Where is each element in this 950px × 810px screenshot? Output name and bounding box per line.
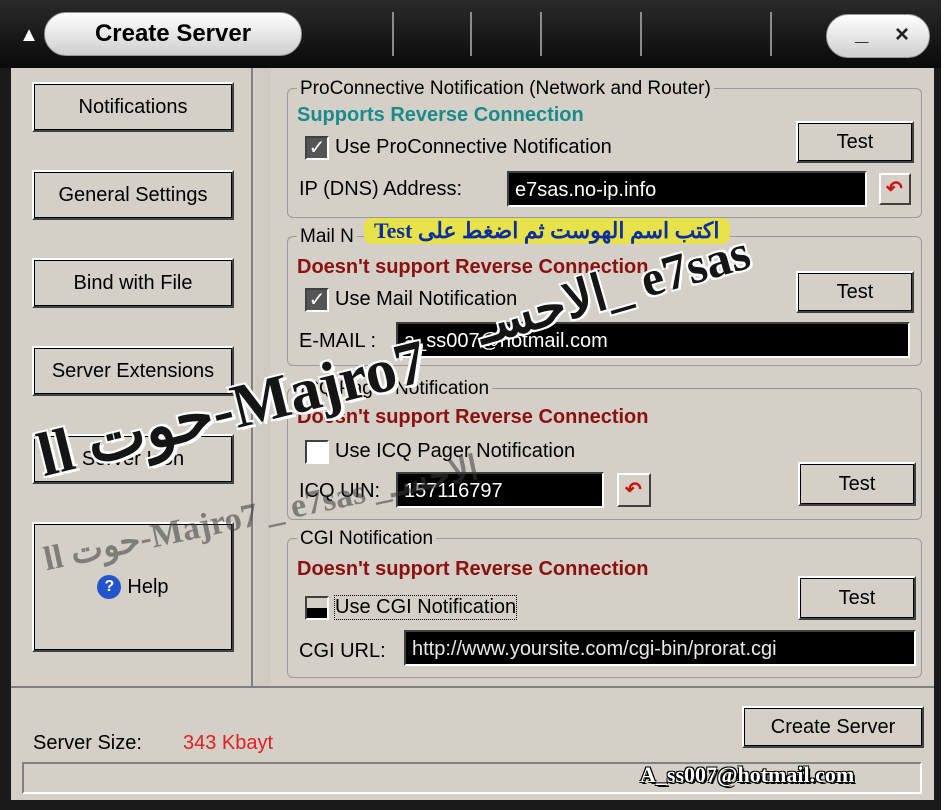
cgi-checkbox[interactable] (305, 596, 329, 620)
refresh-icon: ↶ (886, 178, 903, 200)
title-bar[interactable]: ▲ Create Server _ × (0, 0, 941, 68)
email-input[interactable]: a_ss007@hotmail.com (396, 322, 910, 358)
cgi-title: CGI Notification (297, 528, 437, 550)
sidebar-item-bind-with-file[interactable]: Bind with File (32, 258, 234, 308)
email-label: E-MAIL : (299, 330, 377, 352)
create-server-window: ▲ Create Server _ × Notifications Genera… (0, 0, 941, 810)
cgi-checkbox-label: Use CGI Notification (333, 595, 518, 620)
minimize-button[interactable]: _ (855, 19, 868, 47)
test-button-label: Test (838, 472, 876, 495)
window-controls: _ × (826, 14, 930, 58)
icq-checkbox-label: Use ICQ Pager Notification (335, 440, 576, 462)
help-icon: ? (97, 575, 122, 599)
proconnective-checkbox-label: Use ProConnective Notification (335, 136, 612, 158)
mail-title: Mail N (297, 226, 357, 248)
server-size-label: Server Size: (33, 732, 142, 754)
cgi-support-text: Doesn't support Reverse Connection (297, 558, 649, 580)
refresh-icon: ↶ (625, 479, 642, 501)
icq-support-text: Doesn't support Reverse Connection (297, 406, 649, 428)
test-button-label: Test (836, 280, 874, 303)
sidebar-item-label: Server Icon (81, 447, 185, 470)
title-divider (470, 12, 472, 56)
icq-test-button[interactable]: Test (798, 462, 916, 506)
sidebar-item-server-extensions[interactable]: Server Extensions (32, 346, 234, 396)
test-button-label: Test (838, 586, 876, 609)
refresh-ip-button[interactable]: ↶ (879, 173, 911, 205)
title-divider (540, 12, 542, 56)
mail-checkbox[interactable]: ✓ (305, 288, 329, 312)
vertical-divider (251, 68, 253, 686)
sidebar-item-label: Notifications (78, 95, 188, 118)
sidebar-item-label: General Settings (58, 183, 208, 206)
cgi-url-input[interactable]: http://www.yoursite.com/cgi-bin/prorat.c… (404, 630, 916, 666)
server-size-value: 343 Kbayt (183, 732, 274, 754)
mail-checkbox-label: Use Mail Notification (335, 288, 518, 310)
sidebar-item-label: Server Extensions (51, 359, 215, 382)
progress-bar (22, 762, 922, 794)
help-label: Help (127, 575, 169, 598)
app-icon: ▲ (19, 24, 39, 46)
mail-test-button[interactable]: Test (796, 271, 914, 313)
help-button[interactable]: ? Help (32, 522, 234, 652)
proconnective-title: ProConnective Notification (Network and … (297, 78, 714, 100)
icq-checkbox[interactable] (305, 440, 329, 464)
proconnective-checkbox[interactable]: ✓ (305, 136, 329, 160)
footer-divider (11, 686, 934, 688)
cgi-test-button[interactable]: Test (798, 576, 916, 620)
close-button[interactable]: × (895, 21, 909, 49)
window-title: Create Server (44, 12, 302, 56)
scroll-gutter (255, 68, 271, 686)
create-server-button[interactable]: Create Server (742, 706, 924, 748)
proconnective-support-text: Supports Reverse Connection (297, 104, 584, 126)
sidebar-item-general-settings[interactable]: General Settings (32, 170, 234, 220)
ip-address-label: IP (DNS) Address: (299, 178, 463, 200)
sidebar-item-server-icon[interactable]: Server Icon (32, 434, 234, 484)
sidebar-item-notifications[interactable]: Notifications (32, 82, 234, 132)
create-server-label: Create Server (770, 715, 896, 738)
ip-address-input[interactable]: e7sas.no-ip.info (507, 171, 867, 207)
cgi-url-label: CGI URL: (299, 640, 386, 662)
title-divider (770, 12, 772, 56)
title-divider (640, 12, 642, 56)
sidebar-item-label: Bind with File (73, 271, 193, 294)
refresh-icq-button[interactable]: ↶ (617, 473, 651, 507)
test-button-label: Test (836, 130, 874, 153)
icq-title: ICQ Pager Notification (297, 378, 493, 400)
icq-uin-input[interactable]: 157116797 (396, 472, 604, 508)
proconnective-test-button[interactable]: Test (796, 121, 914, 163)
client-area: Notifications General Settings Bind with… (11, 68, 934, 800)
title-divider (392, 12, 394, 56)
mail-support-text: Doesn't support Reverse Connection (297, 256, 649, 278)
icq-uin-label: ICQ UIN: (299, 480, 381, 502)
